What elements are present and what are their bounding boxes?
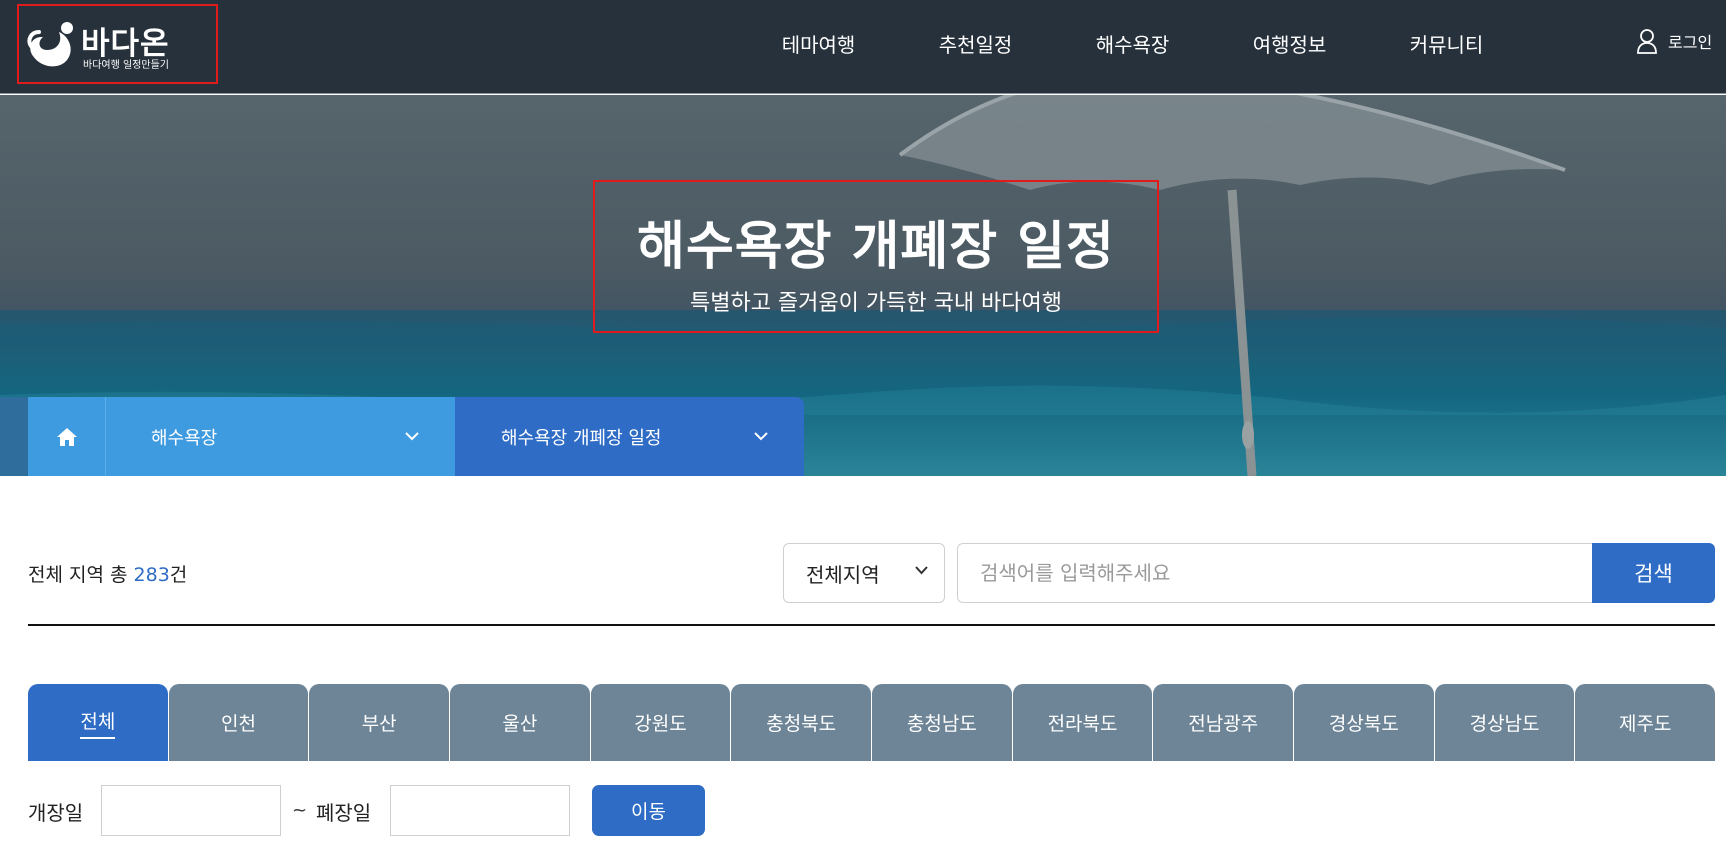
tab-label: 전라북도 bbox=[1047, 713, 1118, 735]
hero-title-box: 해수욕장 개폐장 일정 특별하고 즐거움이 가득한 국내 바다여행 bbox=[593, 180, 1159, 333]
breadcrumb-level1-label: 해수욕장 bbox=[151, 427, 218, 449]
result-count-number: 283 bbox=[133, 564, 170, 586]
search-input[interactable] bbox=[957, 543, 1593, 603]
close-date-label: 폐장일 bbox=[316, 801, 372, 825]
tab-all[interactable]: 전체 bbox=[28, 684, 168, 761]
page-subtitle: 특별하고 즐거움이 가득한 국내 바다여행 bbox=[689, 291, 1063, 316]
nav-item-beaches[interactable]: 해수욕장 bbox=[1054, 29, 1211, 58]
date-separator: ~ bbox=[292, 800, 308, 821]
breadcrumb-level2-label: 해수욕장 개폐장 일정 bbox=[501, 427, 662, 449]
page-title: 해수욕장 개폐장 일정 bbox=[637, 217, 1115, 277]
login-link[interactable]: 로그인 bbox=[1636, 28, 1712, 54]
region-tabs: 전체 인천 부산 울산 강원도 충청북도 충청남도 전라북도 전남광주 경상북도… bbox=[28, 684, 1716, 761]
tab-label: 강원도 bbox=[634, 713, 687, 735]
home-icon bbox=[56, 427, 77, 446]
tab-chungnam[interactable]: 충청남도 bbox=[872, 684, 1012, 761]
result-count-prefix: 전체 지역 총 bbox=[28, 564, 134, 586]
site-header: 바다온 바다여행 일정만들기 테마여행 추천일정 해수욕장 여행정보 커뮤니티 … bbox=[0, 0, 1726, 94]
chevron-down-icon bbox=[405, 432, 419, 441]
nav-item-travel-info[interactable]: 여행정보 bbox=[1211, 29, 1368, 58]
open-date-label: 개장일 bbox=[28, 801, 84, 825]
tab-label: 제주도 bbox=[1619, 713, 1672, 735]
tab-gangwon[interactable]: 강원도 bbox=[590, 684, 731, 761]
tab-incheon[interactable]: 인천 bbox=[168, 684, 309, 761]
tab-label: 충청남도 bbox=[906, 713, 977, 735]
tab-jeonnam-gwangju[interactable]: 전남광주 bbox=[1153, 684, 1294, 761]
tab-busan[interactable]: 부산 bbox=[309, 684, 450, 761]
breadcrumb-dropdown-level1[interactable]: 해수욕장 bbox=[106, 397, 455, 476]
tab-label: 인천 bbox=[221, 713, 256, 735]
result-count-suffix: 건 bbox=[169, 564, 188, 586]
tab-label: 부산 bbox=[361, 713, 397, 735]
breadcrumb: 해수욕장 해수욕장 개폐장 일정 bbox=[0, 397, 804, 476]
divider bbox=[28, 624, 1715, 626]
tab-ulsan[interactable]: 울산 bbox=[450, 684, 590, 761]
tab-jeonbuk[interactable]: 전라북도 bbox=[1012, 684, 1153, 761]
tab-gyeongnam[interactable]: 경상남도 bbox=[1434, 684, 1575, 761]
breadcrumb-edge bbox=[0, 397, 28, 476]
chevron-down-icon bbox=[915, 566, 928, 575]
breadcrumb-dropdown-level2[interactable]: 해수욕장 개폐장 일정 bbox=[455, 397, 804, 476]
region-select[interactable]: 전체지역 bbox=[783, 543, 945, 603]
tab-chungbuk[interactable]: 충청북도 bbox=[731, 684, 872, 761]
nav-item-community[interactable]: 커뮤니티 bbox=[1368, 29, 1525, 58]
tab-label: 전남광주 bbox=[1188, 713, 1259, 735]
tab-label: 충청북도 bbox=[766, 713, 837, 735]
main-nav: 테마여행 추천일정 해수욕장 여행정보 커뮤니티 bbox=[740, 0, 1525, 86]
open-date-input[interactable] bbox=[101, 785, 281, 836]
wave-logo-icon bbox=[27, 22, 73, 67]
nav-item-recommended-itinerary[interactable]: 추천일정 bbox=[897, 29, 1054, 58]
tab-jeju[interactable]: 제주도 bbox=[1575, 684, 1716, 761]
home-button[interactable] bbox=[28, 397, 106, 476]
nav-item-theme-travel[interactable]: 테마여행 bbox=[740, 29, 897, 58]
tab-label: 경상북도 bbox=[1328, 713, 1399, 735]
tab-label: 울산 bbox=[502, 713, 538, 735]
logo[interactable]: 바다온 바다여행 일정만들기 bbox=[17, 4, 218, 84]
go-button[interactable]: 이동 bbox=[592, 785, 705, 836]
logo-subtitle: 바다여행 일정만들기 bbox=[83, 60, 169, 71]
search-button[interactable]: 검색 bbox=[1592, 543, 1715, 603]
login-label: 로그인 bbox=[1668, 33, 1713, 52]
tab-label: 경상남도 bbox=[1469, 713, 1540, 735]
region-select-value: 전체지역 bbox=[806, 562, 880, 587]
close-date-input[interactable] bbox=[390, 785, 570, 836]
tab-gyeongbuk[interactable]: 경상북도 bbox=[1294, 684, 1434, 761]
result-count: 전체 지역 총 283건 bbox=[28, 560, 187, 587]
chevron-down-icon bbox=[754, 432, 768, 441]
tab-label: 전체 bbox=[80, 707, 116, 739]
user-icon bbox=[1637, 29, 1657, 54]
